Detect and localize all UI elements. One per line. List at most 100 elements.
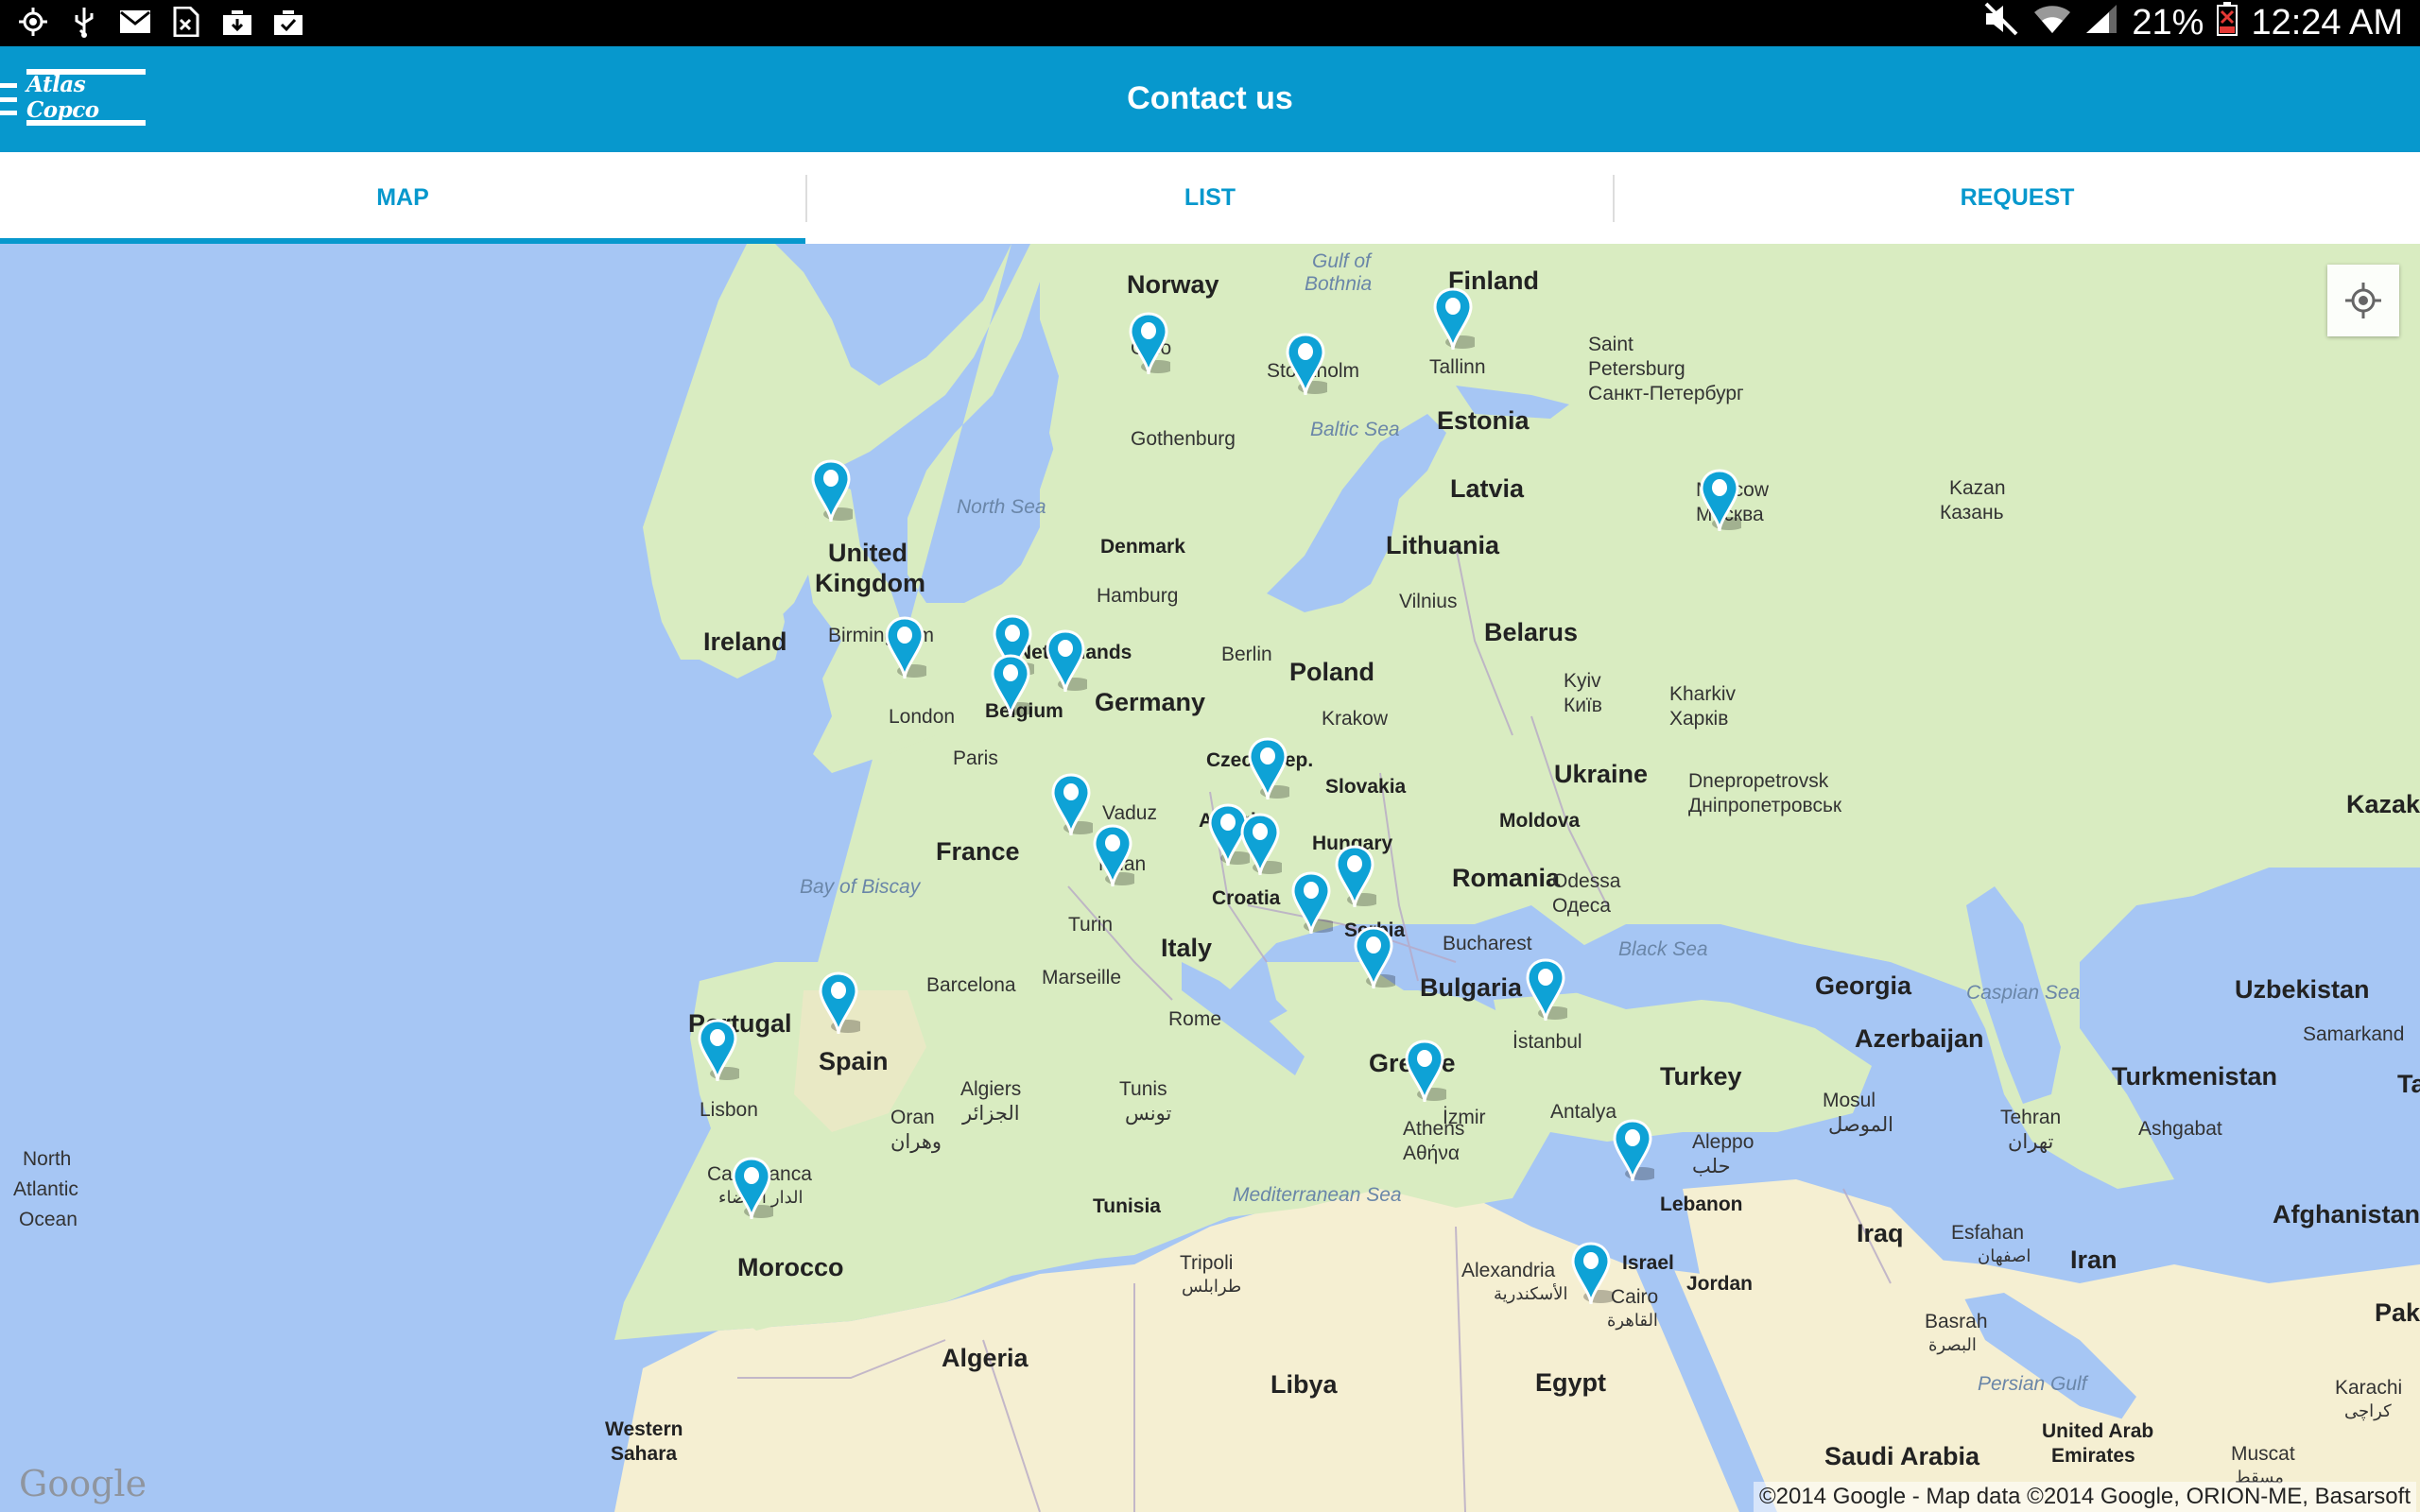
mute-icon: [1982, 2, 2020, 45]
map-label: Berlin: [1221, 644, 1272, 665]
map-label: Azerbaijan: [1855, 1024, 1984, 1053]
map-label: Kingdom: [815, 569, 925, 597]
map-label: Дніпропетровськ: [1688, 795, 1842, 816]
usb-icon: [68, 6, 100, 38]
map-label: Uzbekistan: [2235, 975, 2370, 1004]
map-label: Vilnius: [1399, 591, 1458, 612]
map-label: Lithuania: [1386, 531, 1499, 559]
map-pin[interactable]: [989, 654, 1032, 720]
briefcase-check-icon: [272, 6, 304, 38]
map-pin[interactable]: [730, 1157, 773, 1223]
map-pin[interactable]: [1403, 1040, 1446, 1106]
map-label: کراچی: [2344, 1401, 2392, 1420]
map-label: London: [889, 706, 956, 728]
map-label: البصرة: [1928, 1335, 1977, 1354]
my-location-button[interactable]: [2327, 265, 2399, 336]
map-pin[interactable]: [1044, 629, 1087, 696]
map-pin[interactable]: [809, 459, 853, 525]
map-pin[interactable]: [1091, 824, 1134, 890]
tab-list[interactable]: LIST: [807, 152, 1613, 244]
map-label: Samarkand: [2303, 1023, 2405, 1045]
clock: 12:24 AM: [2251, 3, 2403, 43]
map-pin[interactable]: [1431, 287, 1475, 353]
map-label: Iraq: [1857, 1219, 1904, 1247]
map-label: Bay of Biscay: [800, 876, 921, 898]
map-view[interactable]: Norway Gulf of Bothnia Finland Saint Pet…: [0, 244, 2420, 1512]
map-label: تونس: [1125, 1103, 1172, 1125]
map-pin[interactable]: [1246, 737, 1289, 803]
map-label: Belarus: [1484, 618, 1579, 646]
signal-icon: [2084, 3, 2118, 44]
map-label: Slovakia: [1325, 776, 1407, 798]
map-label: الجزائر: [962, 1103, 1020, 1125]
map-label: طرابلس: [1182, 1277, 1242, 1296]
map-label: Turkey: [1660, 1062, 1742, 1091]
map-label: الموصل: [1828, 1114, 1893, 1136]
map-pin[interactable]: [1352, 926, 1395, 992]
map-label: Tallinn: [1429, 356, 1486, 378]
map-label: Ta: [2397, 1070, 2420, 1098]
map-attribution: ©2014 Google - Map data ©2014 Google, OR…: [1753, 1482, 2416, 1512]
map-label: Poland: [1289, 658, 1375, 686]
map-label: Αθήνα: [1403, 1143, 1461, 1164]
map-label: Georgia: [1815, 971, 1912, 1000]
map-label: Athens: [1403, 1118, 1465, 1140]
map-label: Italy: [1161, 934, 1213, 962]
map-pin[interactable]: [1611, 1119, 1654, 1185]
map-label: Харків: [1669, 708, 1729, 730]
map-label: حلب: [1692, 1156, 1731, 1177]
map-label: Saudi Arabia: [1824, 1442, 1980, 1470]
map-pin[interactable]: [817, 971, 860, 1038]
map-label: Morocco: [737, 1253, 844, 1281]
map-label: Alexandria: [1461, 1260, 1556, 1281]
map-label: Kazakhsta: [2346, 790, 2420, 818]
map-label: Estonia: [1437, 406, 1530, 435]
map-label: Atlantic: [13, 1178, 78, 1200]
map-label: Lisbon: [700, 1099, 758, 1121]
map-label: Petersburg: [1588, 358, 1685, 380]
map-label: Saint: [1588, 334, 1634, 355]
tab-request[interactable]: REQUEST: [1615, 152, 2420, 244]
sim-icon: [170, 6, 202, 38]
map-pin[interactable]: [1238, 813, 1282, 879]
map-label: North Sea: [957, 496, 1046, 518]
map-label: Lebanon: [1660, 1194, 1743, 1215]
map-label: Tripoli: [1180, 1252, 1234, 1274]
map-pin[interactable]: [1284, 333, 1327, 399]
map-pin[interactable]: [1289, 871, 1333, 937]
map-label: Baltic Sea: [1310, 419, 1400, 440]
map-label: Bucharest: [1443, 933, 1532, 954]
map-label: Oran: [890, 1107, 935, 1128]
map-label: Spain: [819, 1047, 889, 1075]
map-pin[interactable]: [1698, 469, 1741, 535]
map-pin[interactable]: [1524, 958, 1567, 1024]
map-pin[interactable]: [1333, 845, 1376, 911]
map-label: Libya: [1270, 1370, 1338, 1399]
map-label: Vaduz: [1102, 802, 1157, 824]
map-pin[interactable]: [1127, 312, 1170, 378]
map-label: Germany: [1095, 688, 1206, 716]
status-bar: 21% 12:24 AM: [0, 0, 2420, 46]
tab-map[interactable]: MAP: [0, 152, 805, 244]
map-label: اصفهان: [1978, 1246, 2031, 1265]
map-label: Ashgabat: [2138, 1118, 2222, 1140]
map-pin[interactable]: [696, 1019, 739, 1085]
map-label: Санкт-Петербург: [1588, 383, 1744, 404]
map-label: United: [828, 539, 908, 567]
map-label: Ukraine: [1554, 760, 1649, 788]
map-label: Romania: [1452, 864, 1561, 892]
map-label: Karachi: [2335, 1377, 2403, 1399]
battery-percent: 21%: [2132, 3, 2204, 43]
map-pin[interactable]: [1049, 773, 1093, 839]
map-label: Ocean: [19, 1209, 78, 1230]
map-label: Emirates: [2051, 1445, 2135, 1467]
map-pin[interactable]: [883, 616, 926, 682]
google-logo: Google: [19, 1463, 147, 1504]
map-pin[interactable]: [1569, 1242, 1613, 1308]
map-label: Norway: [1127, 270, 1219, 299]
map-label: Ireland: [703, 627, 787, 656]
map-label: وهران: [890, 1131, 942, 1153]
gmail-icon: [119, 6, 151, 38]
page-title: Contact us: [1127, 80, 1293, 116]
map-label: Odessa: [1552, 870, 1621, 892]
